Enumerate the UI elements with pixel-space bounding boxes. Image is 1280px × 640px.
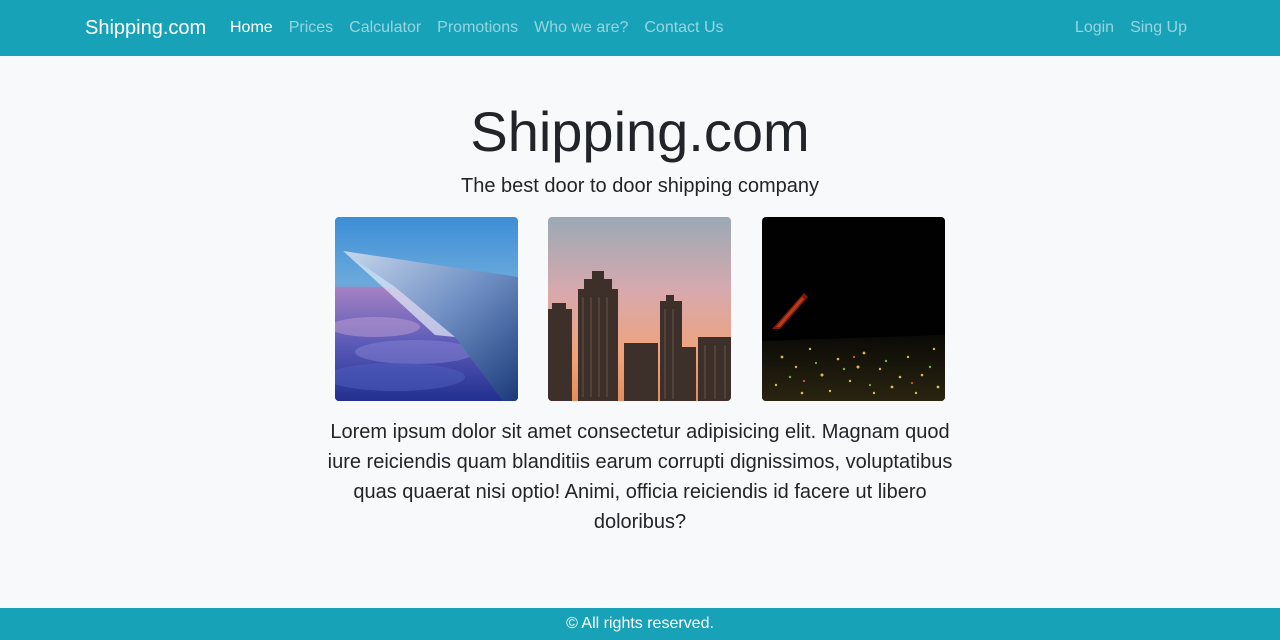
nav-link-home[interactable]: Home bbox=[222, 0, 281, 56]
city-skyline-sunset-photo bbox=[548, 217, 731, 401]
signup-link[interactable]: Sing Up bbox=[1122, 0, 1195, 56]
night-city-lights-photo bbox=[762, 217, 945, 401]
nav-link-calculator[interactable]: Calculator bbox=[341, 0, 429, 56]
page-title: Shipping.com bbox=[470, 100, 810, 163]
nav-link-who-we-are[interactable]: Who we are? bbox=[526, 0, 636, 56]
main-content: Shipping.com The best door to door shipp… bbox=[0, 56, 1280, 608]
airplane-wing-sunset-photo bbox=[335, 217, 518, 401]
login-link[interactable]: Login bbox=[1067, 0, 1122, 56]
footer: © All rights reserved. bbox=[0, 608, 1280, 640]
photo-gallery bbox=[335, 217, 945, 401]
body-paragraph: Lorem ipsum dolor sit amet consectetur a… bbox=[327, 421, 953, 533]
top-navbar: Shipping.com Home Prices Calculator Prom… bbox=[0, 0, 1280, 56]
nav-link-contact-us[interactable]: Contact Us bbox=[636, 0, 731, 56]
nav-link-prices[interactable]: Prices bbox=[281, 0, 341, 56]
tagline: The best door to door shipping company bbox=[461, 175, 819, 197]
auth-nav: Login Sing Up bbox=[1067, 0, 1195, 56]
brand-link[interactable]: Shipping.com bbox=[85, 0, 206, 56]
nav-link-promotions[interactable]: Promotions bbox=[429, 0, 526, 56]
main-nav: Home Prices Calculator Promotions Who we… bbox=[222, 0, 732, 56]
